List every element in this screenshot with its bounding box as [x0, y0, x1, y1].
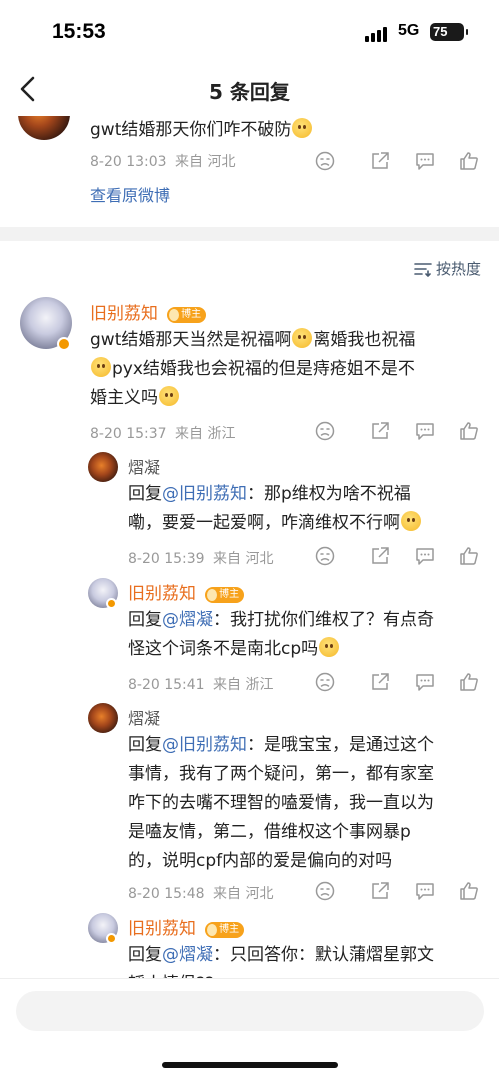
reply-meta: 8-20 15:41 来自 浙江: [128, 674, 273, 694]
reply-author[interactable]: 旧别荔知: [128, 919, 196, 939]
original-comment: gwt结婚那天你们咋不破防 8-20 13:03 来自 河北 查看原微博: [0, 116, 499, 226]
reply-input[interactable]: [16, 991, 484, 1031]
reply-author-row: 旧别荔知 博主: [128, 579, 245, 604]
battery-icon: 75: [430, 23, 468, 41]
emoji-icon: [292, 118, 313, 138]
reply-author[interactable]: 熠凝: [128, 705, 160, 729]
sort-label: 按热度: [435, 260, 481, 278]
comment-actions: [314, 420, 480, 442]
comment-icon[interactable]: [414, 420, 436, 442]
dislike-icon[interactable]: [314, 545, 336, 567]
reply-author[interactable]: 旧别荔知: [128, 584, 196, 604]
like-icon[interactable]: [458, 671, 480, 693]
reply-author-row: 旧别荔知 博主: [128, 914, 245, 939]
page-title: 5 条回复: [209, 80, 290, 104]
share-icon[interactable]: [369, 545, 391, 567]
emoji-icon: [159, 386, 179, 406]
share-icon[interactable]: [369, 671, 391, 693]
comment-icon[interactable]: [414, 150, 436, 172]
comment-author[interactable]: 旧别荔知: [90, 304, 158, 324]
dislike-icon[interactable]: [314, 150, 336, 172]
emoji-icon: [319, 637, 340, 657]
view-original-link[interactable]: 查看原微博: [90, 182, 170, 206]
reply-meta: 8-20 15:39 来自 河北: [128, 548, 273, 568]
avatar[interactable]: [18, 116, 70, 140]
comment-text: gwt结婚那天当然是祝福啊 离婚我也祝福 pyx结婚我也会祝福的但是痔疮姐不是不 …: [90, 328, 416, 408]
reply-text: 回复@旧别荔知：那p维权为啥不祝福 嘞，要爱一起爱啊，咋滴维权不行啊: [128, 480, 488, 538]
section-divider: [0, 227, 499, 241]
like-icon[interactable]: [458, 150, 480, 172]
comment-icon[interactable]: [414, 545, 436, 567]
reply-location: 来自 河北: [213, 886, 274, 902]
comment-meta: 8-20 15:37 来自 浙江: [90, 423, 235, 443]
sort-icon: [414, 262, 432, 277]
verified-badge-icon: [57, 337, 71, 351]
mention-link[interactable]: @旧别荔知: [162, 484, 247, 504]
reply-text: 回复@熠凝：我打扰你们维权了？有点奇 怪这个词条不是南北cp吗: [128, 610, 434, 659]
reply-text: 回复@旧别荔知：是哦宝宝，是通过这个 事情，我有了两个疑问，第一，都有家室 咋下…: [128, 735, 434, 871]
reply-actions: [314, 880, 480, 902]
emoji-icon: [401, 511, 421, 531]
avatar[interactable]: [88, 703, 118, 733]
emoji-icon: [91, 357, 111, 377]
home-indicator[interactable]: [162, 1062, 338, 1068]
emoji-icon: [292, 328, 313, 348]
reply-actions: [314, 671, 480, 693]
comment-date: 8-20 13:03: [90, 154, 167, 170]
like-icon[interactable]: [458, 880, 480, 902]
reply-date: 8-20 15:41: [128, 677, 205, 693]
status-time: 15:53: [52, 20, 106, 43]
share-icon[interactable]: [369, 880, 391, 902]
verified-badge-icon: [106, 598, 117, 609]
reply-actions: [314, 545, 480, 567]
comment-actions: [314, 150, 480, 172]
comment-icon[interactable]: [414, 671, 436, 693]
nav-bar: 5 条回复: [0, 64, 499, 116]
verified-badge-icon: [106, 933, 117, 944]
reply-author[interactable]: 熠凝: [128, 454, 160, 478]
avatar[interactable]: [88, 452, 118, 482]
dislike-icon[interactable]: [314, 880, 336, 902]
dislike-icon[interactable]: [314, 671, 336, 693]
dislike-icon[interactable]: [314, 420, 336, 442]
blogger-badge: 博主: [205, 922, 245, 938]
reply-meta: 8-20 15:48 来自 河北: [128, 883, 273, 903]
comment-author-row: 旧别荔知 博主: [90, 299, 207, 324]
reply-location: 来自 浙江: [213, 677, 274, 693]
like-icon[interactable]: [458, 545, 480, 567]
reply-date: 8-20 15:48: [128, 886, 205, 902]
network-type: 5G: [398, 22, 420, 39]
share-icon[interactable]: [369, 150, 391, 172]
blogger-badge: 博主: [167, 307, 207, 323]
like-icon[interactable]: [458, 420, 480, 442]
sort-button[interactable]: 按热度: [414, 258, 481, 279]
comment-icon[interactable]: [414, 880, 436, 902]
comment-text: gwt结婚那天你们咋不破防: [90, 116, 313, 145]
mention-link[interactable]: @熠凝: [162, 945, 213, 965]
reply-date: 8-20 15:39: [128, 551, 205, 567]
comment-location: 来自 河北: [175, 154, 236, 170]
comment-location: 来自 浙江: [175, 426, 236, 442]
status-bar: 15:53 5G 75: [0, 0, 499, 64]
comment-meta: 8-20 13:03 来自 河北: [90, 151, 235, 171]
mention-link[interactable]: @熠凝: [162, 610, 213, 630]
signal-icon: [365, 26, 391, 42]
reply-location: 来自 河北: [213, 551, 274, 567]
share-icon[interactable]: [369, 420, 391, 442]
mention-link[interactable]: @旧别荔知: [162, 735, 247, 755]
blogger-badge: 博主: [205, 587, 245, 603]
comment-date: 8-20 15:37: [90, 426, 167, 442]
